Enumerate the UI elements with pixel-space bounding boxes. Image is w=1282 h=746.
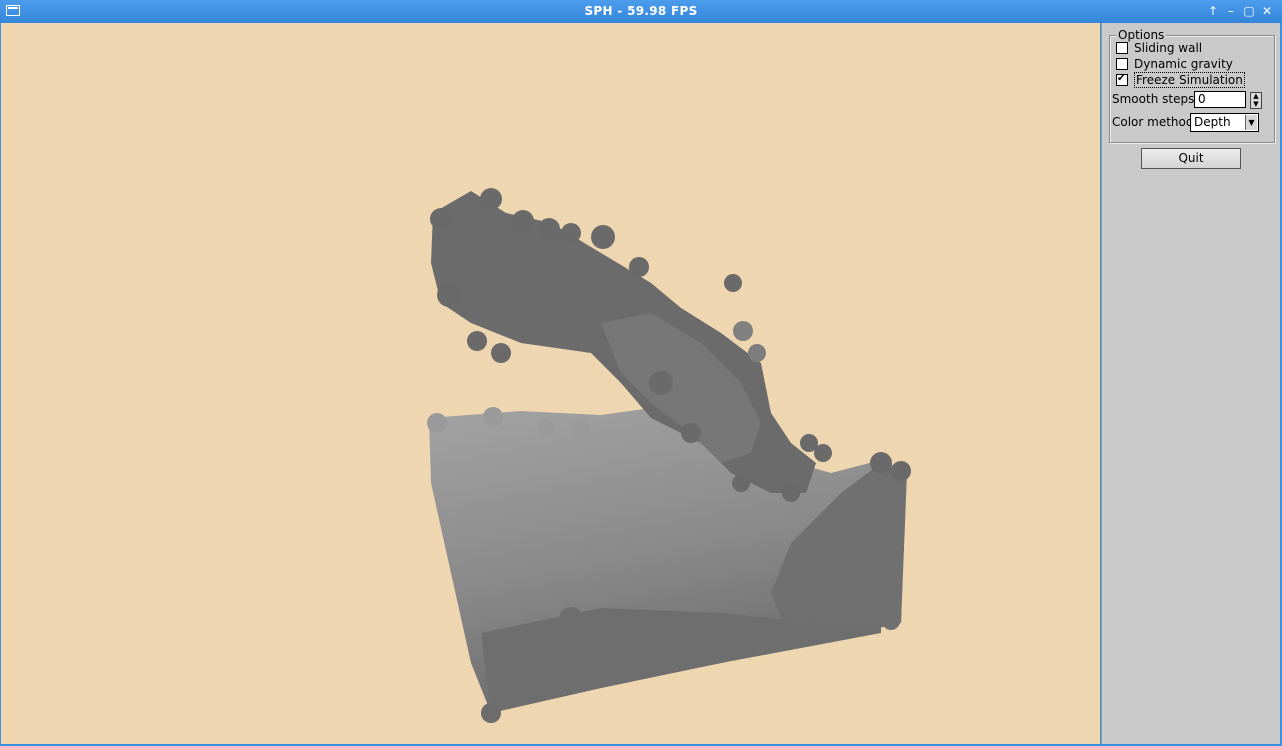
minimize-icon[interactable]: – [1223,3,1239,19]
smooth-steps-spinner[interactable]: ▲ ▼ [1250,92,1262,109]
simulation-viewport[interactable] [1,23,1100,744]
color-method-select[interactable]: Depth ▼ [1190,113,1259,132]
color-method-label: Color method [1112,115,1194,129]
app-window: SPH - 59.98 FPS ↑ – ▢ ✕ Options Sliding … [0,0,1282,746]
spinner-up-icon[interactable]: ▲ [1251,93,1261,100]
title-bar[interactable]: SPH - 59.98 FPS ↑ – ▢ ✕ [0,0,1282,23]
quit-button[interactable]: Quit [1141,148,1241,169]
color-method-value: Depth [1194,115,1231,129]
maximize-icon[interactable]: ▢ [1241,3,1257,19]
dynamic-gravity-checkbox[interactable] [1116,58,1128,70]
window-title: SPH - 59.98 FPS [584,4,698,18]
raise-icon[interactable]: ↑ [1205,3,1221,19]
freeze-simulation-label: Freeze Simulation [1134,72,1245,88]
options-group: Options Sliding wall Dynamic gravity Fre… [1109,28,1275,143]
particle-render [427,188,911,723]
smooth-steps-label: Smooth steps [1112,92,1195,106]
dynamic-gravity-row[interactable]: Dynamic gravity [1116,56,1233,72]
close-icon[interactable]: ✕ [1259,3,1275,19]
options-panel: Options Sliding wall Dynamic gravity Fre… [1101,23,1280,744]
sliding-wall-row[interactable]: Sliding wall [1116,40,1202,56]
dropdown-arrow-icon[interactable]: ▼ [1245,115,1257,130]
sliding-wall-label: Sliding wall [1134,41,1203,55]
freeze-simulation-row[interactable]: Freeze Simulation [1116,72,1245,88]
spinner-down-icon[interactable]: ▼ [1251,101,1261,108]
smooth-steps-row: Smooth steps [1112,91,1194,107]
dynamic-gravity-label: Dynamic gravity [1134,57,1233,71]
sliding-wall-checkbox[interactable] [1116,42,1128,54]
color-method-row: Color method [1112,114,1194,130]
freeze-simulation-checkbox[interactable] [1116,72,1128,86]
smooth-steps-input[interactable]: 0 [1194,91,1246,108]
fluid-bottom-edge [481,608,881,713]
